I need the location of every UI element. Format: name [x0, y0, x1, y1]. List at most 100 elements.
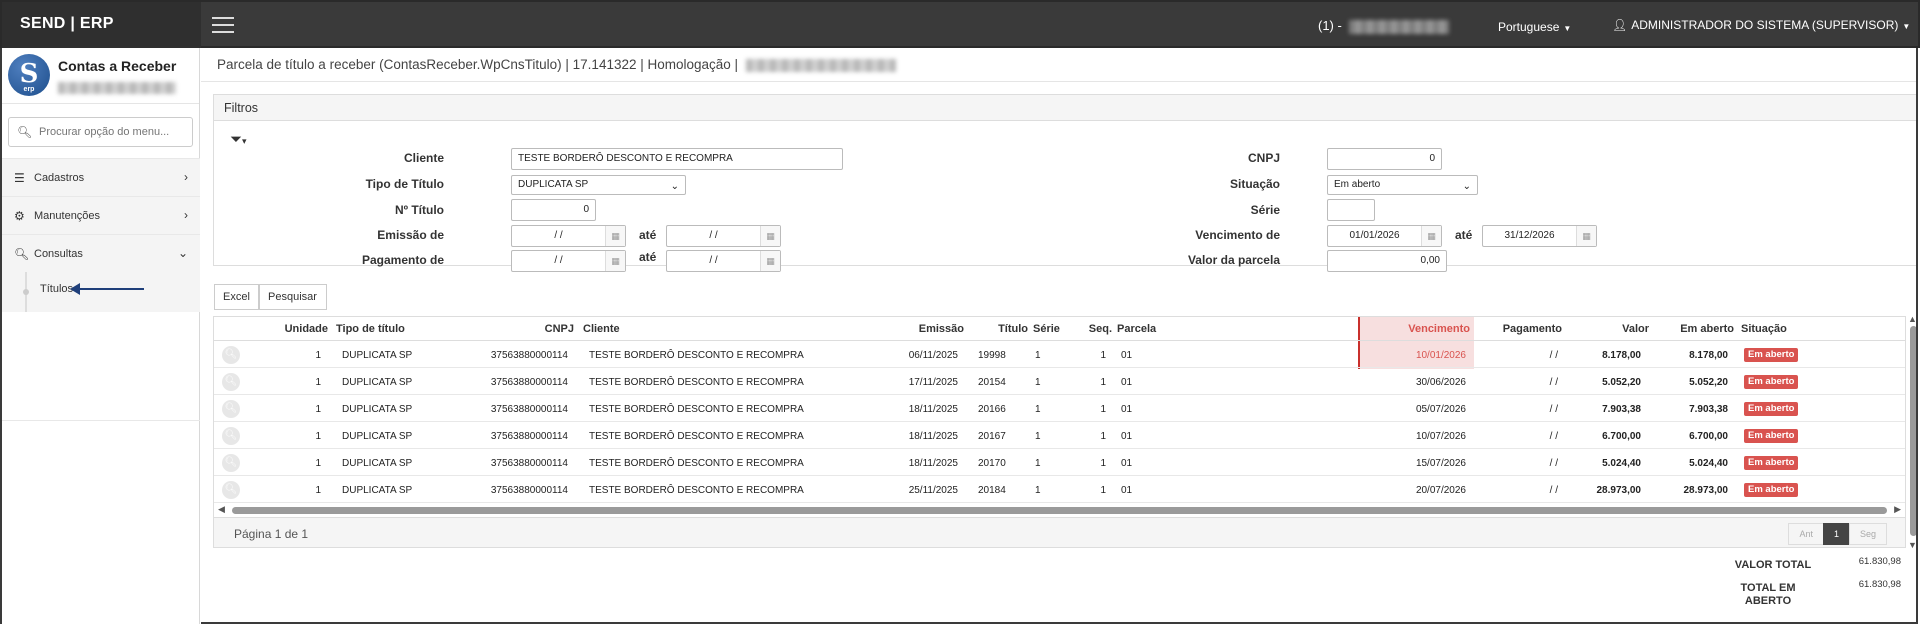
situacao-label: Situação	[1229, 177, 1280, 191]
cell-parcela: 01	[1121, 377, 1133, 388]
page-1-button[interactable]: 1	[1822, 523, 1850, 545]
sidebar-subitem-label[interactable]: Títulos	[40, 283, 73, 295]
company-logo: Serp	[8, 54, 50, 96]
sidebar-divider	[2, 420, 200, 421]
scroll-right-icon[interactable]: ▶	[1894, 504, 1901, 515]
cell-emissao: 06/11/2025	[908, 350, 958, 361]
sidebar-item-manutencoes[interactable]: ⚙ Manutenções ›	[2, 196, 200, 234]
col-parcela[interactable]: Parcela	[1117, 323, 1156, 335]
environment-redacted	[745, 58, 896, 72]
col-titulo[interactable]: Título	[974, 323, 1028, 335]
pagamento-from-input[interactable]: / / ▦	[511, 250, 626, 272]
scroll-thumb[interactable]	[232, 507, 1887, 514]
table-row[interactable]: 🔍︎ 1 DUPLICATA SP 37563880000114 TESTE BORDE…	[214, 449, 1905, 476]
serie-input[interactable]	[1327, 199, 1375, 221]
language-selector[interactable]: Portuguese ▼	[1498, 20, 1571, 34]
cell-pagamento: / /	[1549, 350, 1558, 361]
cnpj-input[interactable]: 0	[1327, 148, 1442, 170]
cell-serie: 1	[1035, 431, 1041, 442]
cell-valor: 5.052,20	[1602, 377, 1641, 388]
col-tipo[interactable]: Tipo de título	[336, 323, 405, 335]
row-search-icon[interactable]: 🔍︎	[222, 481, 240, 499]
valor-parcela-input[interactable]: 0,00	[1327, 250, 1447, 272]
cell-valor: 7.903,38	[1602, 404, 1641, 415]
horizontal-scrollbar[interactable]: ◀ ▶	[214, 504, 1905, 516]
sidebar-item-cadastros[interactable]: ☰ Cadastros ›	[2, 158, 200, 196]
cell-valor: 8.178,00	[1602, 350, 1641, 361]
list-icon: ☰	[14, 171, 25, 185]
emissao-to-input[interactable]: / / ▦	[666, 225, 781, 247]
vencimento-to-input[interactable]: 31/12/2026 ▦	[1482, 225, 1597, 247]
cell-cliente: TESTE BORDERÔ DESCONTO E RECOMPRA	[589, 458, 804, 469]
row-search-icon[interactable]: 🔍︎	[222, 427, 240, 445]
prev-page-button[interactable]: Ant	[1788, 523, 1824, 545]
col-vencimento[interactable]: Vencimento	[1364, 323, 1470, 335]
situacao-select[interactable]: Em aberto ⌄	[1327, 175, 1478, 195]
next-page-button[interactable]: Seg	[1848, 523, 1887, 545]
cell-seq: 1	[1100, 431, 1106, 442]
brand-logo[interactable]: SEND | ERP	[2, 2, 201, 48]
cell-titulo: 20170	[978, 458, 1006, 469]
date-value: / /	[709, 255, 718, 266]
cell-titulo: 20154	[978, 377, 1006, 388]
cell-tipo: DUPLICATA SP	[342, 485, 413, 496]
calendar-icon[interactable]: ▦	[760, 226, 780, 246]
row-search-icon[interactable]: 🔍︎	[222, 454, 240, 472]
col-unidade[interactable]: Unidade	[274, 323, 328, 335]
col-emissao[interactable]: Emissão	[894, 323, 964, 335]
table-row[interactable]: 🔍︎ 1 DUPLICATA SP 37563880000114 TESTE BORDE…	[214, 476, 1905, 503]
menu-search[interactable]: 🔍︎	[8, 117, 193, 147]
row-search-icon[interactable]: 🔍︎	[222, 400, 240, 418]
pagamento-to-input[interactable]: / / ▦	[666, 250, 781, 272]
hamburger-menu-icon[interactable]	[212, 17, 234, 33]
status-badge: Em aberto	[1744, 375, 1799, 389]
calendar-icon[interactable]: ▦	[605, 251, 625, 271]
menu-search-input[interactable]	[39, 123, 189, 141]
chevron-down-icon: ⌄	[177, 246, 188, 260]
col-seq[interactable]: Seq.	[1068, 323, 1112, 335]
user-menu[interactable]: 👤︎ ADMINISTRADOR DO SISTEMA (SUPERVISOR) ▼	[1612, 18, 1910, 32]
vencimento-from-input[interactable]: 01/01/2026 ▦	[1327, 225, 1442, 247]
cell-tipo: DUPLICATA SP	[342, 377, 413, 388]
module-title: Contas a Receber	[58, 58, 177, 74]
tipo-titulo-select[interactable]: DUPLICATA SP ⌄	[511, 175, 686, 195]
sidebar: Serp Contas a Receber 🔍︎ ☰ Cadastros › ⚙…	[0, 48, 200, 624]
cell-vencimento: 10/07/2026	[1415, 431, 1466, 442]
calendar-icon[interactable]: ▦	[1421, 226, 1441, 246]
vencimento-ate-label: até	[1455, 228, 1473, 242]
calendar-icon[interactable]: ▦	[760, 251, 780, 271]
table-row[interactable]: 🔍︎ 1 DUPLICATA SP 37563880000114 TESTE BORDE…	[214, 395, 1905, 422]
pesquisar-button[interactable]: Pesquisar	[259, 284, 327, 310]
serie-label: Série	[1250, 203, 1280, 217]
col-situacao[interactable]: Situação	[1741, 323, 1787, 335]
row-search-icon[interactable]: 🔍︎	[222, 346, 240, 364]
col-cnpj[interactable]: CNPJ	[514, 323, 574, 335]
excel-button[interactable]: Excel	[214, 284, 259, 310]
table-row[interactable]: 🔍︎ 1 DUPLICATA SP 37563880000114 TESTE BORDE…	[214, 422, 1905, 449]
sidebar-subitem-titulos[interactable]: Títulos	[2, 272, 200, 312]
gears-icon: ⚙	[14, 209, 25, 223]
scroll-left-icon[interactable]: ◀	[218, 504, 225, 515]
pagination-bar: Página 1 de 1 Ant 1 Seg	[214, 517, 1905, 547]
sidebar-item-label: Cadastros	[34, 172, 85, 184]
sidebar-item-consultas[interactable]: 🔍︎ Consultas ⌄	[2, 234, 200, 272]
col-serie[interactable]: Série	[1033, 323, 1060, 335]
col-cliente[interactable]: Cliente	[583, 323, 620, 335]
col-pagamento[interactable]: Pagamento	[1474, 323, 1562, 335]
calendar-icon[interactable]: ▦	[605, 226, 625, 246]
table-row[interactable]: 🔍︎ 1 DUPLICATA SP 37563880000114 TESTE BORDE…	[214, 341, 1905, 368]
cell-emissao: 18/11/2025	[908, 404, 958, 415]
numero-titulo-input[interactable]: 0	[511, 199, 596, 221]
table-row[interactable]: 🔍︎ 1 DUPLICATA SP 37563880000114 TESTE BORDE…	[214, 368, 1905, 395]
col-valor[interactable]: Valor	[1584, 323, 1649, 335]
cliente-input[interactable]: TESTE BORDERÔ DESCONTO E RECOMPRA	[511, 148, 843, 170]
row-search-icon[interactable]: 🔍︎	[222, 373, 240, 391]
emissao-from-input[interactable]: / / ▦	[511, 225, 626, 247]
company-selector[interactable]: (1) -	[1318, 18, 1450, 34]
module-subtitle-redacted	[58, 80, 176, 94]
calendar-icon[interactable]: ▦	[1576, 226, 1596, 246]
emissao-label: Emissão de	[377, 228, 444, 242]
filter-icon[interactable]: ⏷▾	[230, 131, 247, 148]
col-em-aberto[interactable]: Em aberto	[1654, 323, 1734, 335]
results-grid: Unidade Tipo de título CNPJ Cliente Emis…	[213, 316, 1906, 548]
